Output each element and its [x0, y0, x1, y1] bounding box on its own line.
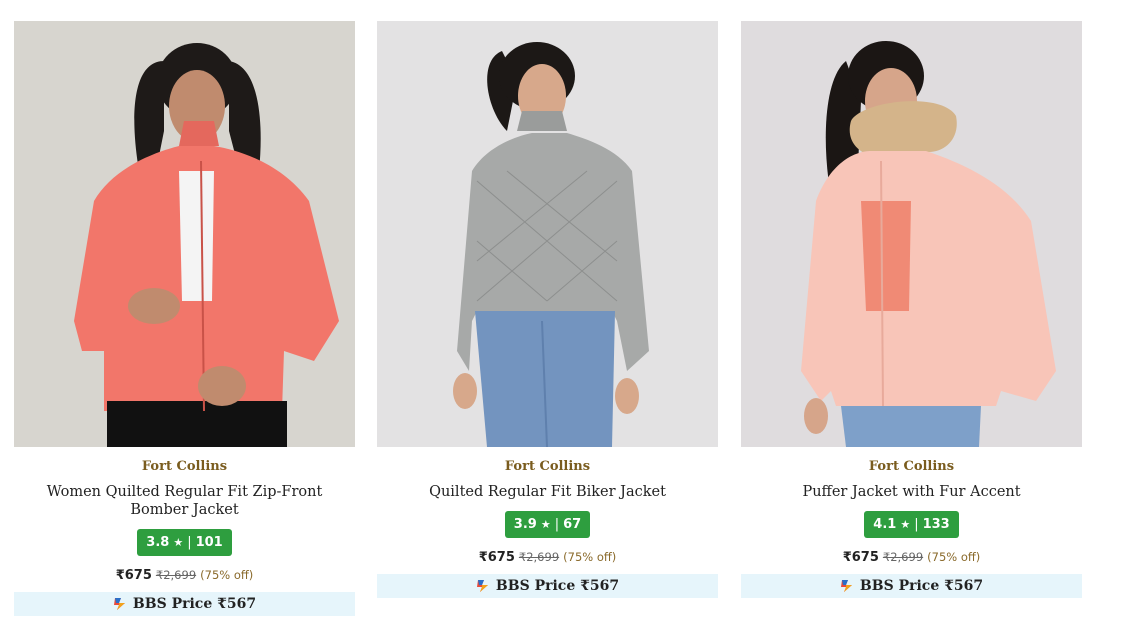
- selling-price: ₹675: [842, 550, 879, 565]
- product-image[interactable]: [741, 21, 1082, 447]
- original-price: ₹2,699: [882, 550, 924, 564]
- rating-badge: 3.8 ★ | 101: [137, 529, 232, 556]
- bbs-price-label: BBS Price ₹567: [859, 578, 984, 594]
- bbs-price-banner: BBS Price ₹567: [377, 574, 718, 598]
- product-title[interactable]: Puffer Jacket with Fur Accent: [790, 483, 1032, 501]
- rating-count: 67: [563, 517, 582, 532]
- brand-name[interactable]: Fort Collins: [505, 459, 590, 475]
- price-row: ₹675 ₹2,699 (75% off): [479, 550, 617, 565]
- product-card[interactable]: Fort Collins Quilted Regular Fit Biker J…: [377, 21, 718, 598]
- rating-separator: |: [187, 535, 192, 550]
- product-title[interactable]: Women Quilted Regular Fit Zip-Front Bomb…: [14, 483, 355, 519]
- price-row: ₹675 ₹2,699 (75% off): [843, 550, 981, 565]
- star-icon: ★: [173, 536, 184, 549]
- star-icon: ★: [900, 518, 911, 531]
- original-price: ₹2,699: [155, 568, 197, 582]
- rating-count: 133: [922, 517, 950, 532]
- product-title[interactable]: Quilted Regular Fit Biker Jacket: [417, 483, 678, 501]
- product-image[interactable]: [377, 21, 718, 447]
- bbs-price-banner: BBS Price ₹567: [741, 574, 1082, 598]
- brand-name[interactable]: Fort Collins: [142, 459, 227, 475]
- discount-text: (75% off): [200, 568, 254, 582]
- product-card[interactable]: Fort Collins Women Quilted Regular Fit Z…: [14, 21, 355, 616]
- bbs-badge-icon: [840, 580, 852, 592]
- discount-text: (75% off): [927, 550, 981, 564]
- selling-price: ₹675: [478, 550, 515, 565]
- product-card[interactable]: Fort Collins Puffer Jacket with Fur Acce…: [741, 21, 1082, 598]
- rating-value: 3.8: [146, 535, 170, 550]
- rating-badge: 4.1 ★ | 133: [864, 511, 959, 538]
- price-row: ₹675 ₹2,699 (75% off): [116, 568, 254, 583]
- product-image[interactable]: [14, 21, 355, 447]
- bbs-badge-icon: [113, 598, 125, 610]
- bbs-price-banner: BBS Price ₹567: [14, 592, 355, 616]
- bbs-price-label: BBS Price ₹567: [132, 596, 257, 612]
- original-price: ₹2,699: [518, 550, 560, 564]
- bbs-price-label: BBS Price ₹567: [495, 578, 620, 594]
- discount-text: (75% off): [563, 550, 617, 564]
- rating-value: 3.9: [513, 517, 537, 532]
- selling-price: ₹675: [115, 568, 152, 583]
- brand-name[interactable]: Fort Collins: [869, 459, 954, 475]
- rating-count: 101: [195, 535, 223, 550]
- star-icon: ★: [540, 518, 551, 531]
- rating-separator: |: [554, 517, 560, 532]
- rating-value: 4.1: [873, 517, 897, 532]
- rating-badge: 3.9 ★ | 67: [504, 511, 591, 538]
- rating-separator: |: [914, 517, 919, 532]
- bbs-badge-icon: [476, 580, 488, 592]
